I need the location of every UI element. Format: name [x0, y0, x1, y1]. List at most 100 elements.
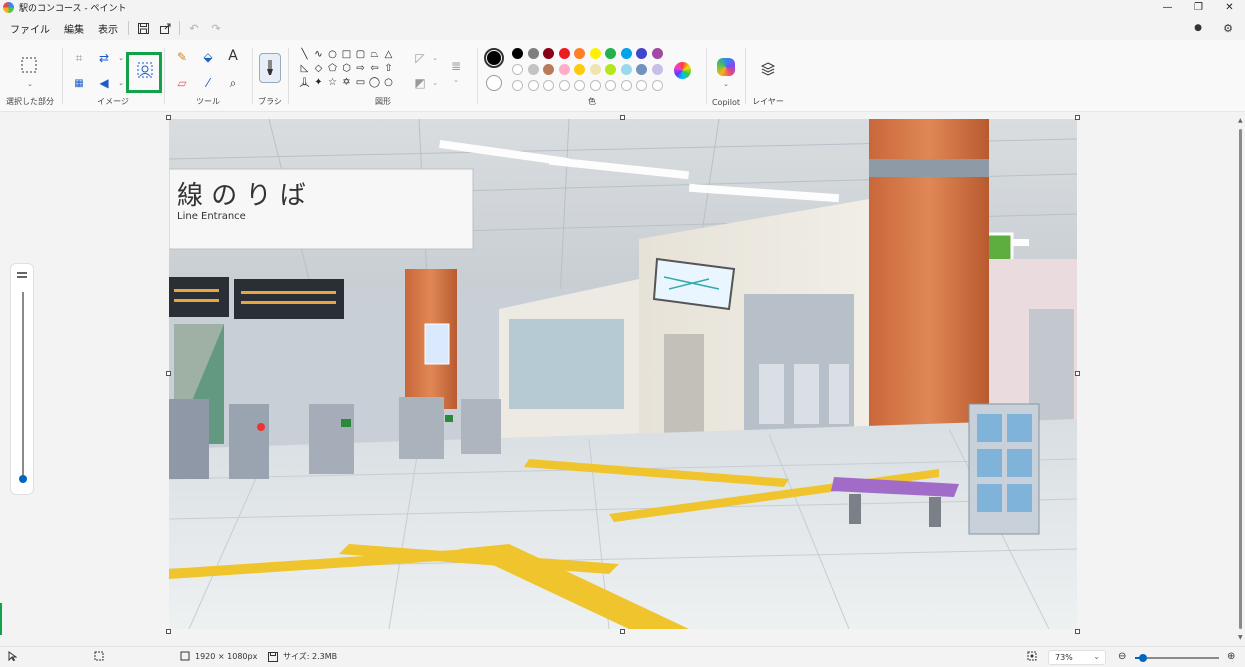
crop-icon[interactable]: ⌗: [69, 48, 89, 68]
left-arrow-shape-icon[interactable]: ⇦: [368, 62, 381, 75]
secondary-color-swatch[interactable]: [486, 75, 502, 91]
resize-handle-top-center[interactable]: [620, 115, 625, 120]
oval-shape-icon[interactable]: ○: [326, 48, 339, 61]
palette-swatch[interactable]: [512, 48, 523, 59]
layers-icon[interactable]: [758, 59, 778, 79]
palette-swatch[interactable]: [605, 48, 616, 59]
resize-handle-bottom-left[interactable]: [166, 629, 171, 634]
share-icon[interactable]: [154, 18, 176, 38]
scrollbar-thumb[interactable]: [1239, 129, 1242, 629]
palette-swatch[interactable]: [651, 48, 663, 59]
four-point-star-shape-icon[interactable]: ✦: [312, 76, 325, 89]
palette-swatch[interactable]: [527, 64, 539, 75]
custom-color-slot[interactable]: [527, 80, 539, 91]
zoom-slider-knob[interactable]: [1139, 654, 1148, 662]
menu-edit[interactable]: 編集: [57, 18, 91, 38]
custom-color-slot[interactable]: [620, 80, 632, 91]
save-icon[interactable]: [132, 18, 154, 38]
six-point-star-shape-icon[interactable]: ✡: [340, 76, 353, 89]
palette-swatch[interactable]: [589, 64, 601, 75]
scroll-down-arrow-icon[interactable]: ▼: [1238, 634, 1243, 641]
magnifier-icon[interactable]: ⌕: [223, 73, 243, 93]
palette-swatch[interactable]: [620, 64, 632, 75]
minimize-button[interactable]: —: [1152, 0, 1183, 15]
zoom-slider[interactable]: [1135, 654, 1219, 662]
vertical-scrollbar[interactable]: ▲ ▼: [1238, 117, 1243, 641]
palette-swatch[interactable]: [651, 64, 663, 75]
heart-shape-icon[interactable]: ⌒: [298, 86, 311, 96]
rounded-rectangle-shape-icon[interactable]: ▢: [354, 48, 367, 61]
shape-size-chevron-icon[interactable]: ⌄: [446, 70, 466, 90]
resize-handle-top-left[interactable]: [166, 115, 171, 120]
resize-handle-bottom-right[interactable]: [1075, 629, 1080, 634]
curve-shape-icon[interactable]: ∿: [312, 48, 325, 61]
custom-color-slot[interactable]: [543, 80, 554, 91]
resize-handle-top-right[interactable]: [1075, 115, 1080, 120]
resize-icon[interactable]: ▦: [69, 73, 89, 93]
custom-color-slot[interactable]: [589, 80, 601, 91]
fit-to-window-icon[interactable]: [1027, 651, 1037, 661]
palette-swatch[interactable]: [574, 64, 585, 75]
zoom-out-icon[interactable]: ⊖: [1118, 651, 1126, 662]
palette-swatch[interactable]: [558, 64, 570, 75]
palette-swatch[interactable]: [636, 48, 647, 59]
redo-icon[interactable]: ↷: [205, 18, 227, 38]
right-arrow-shape-icon[interactable]: ⇨: [354, 62, 367, 75]
line-shape-icon[interactable]: ╲: [298, 48, 311, 61]
canvas-image[interactable]: 線 の り ば Line Entrance: [169, 119, 1077, 629]
slider-knob[interactable]: [19, 475, 27, 483]
vertical-zoom-slider[interactable]: [10, 263, 34, 495]
undo-icon[interactable]: ↶: [183, 18, 205, 38]
custom-color-slot[interactable]: [605, 80, 616, 91]
close-button[interactable]: ✕: [1214, 0, 1245, 15]
polygon-shape-icon[interactable]: ⏢: [368, 48, 381, 61]
palette-swatch[interactable]: [636, 64, 647, 75]
copilot-chevron-icon[interactable]: ⌄: [716, 74, 736, 94]
resize-handle-bottom-center[interactable]: [620, 629, 625, 634]
menu-file[interactable]: ファイル: [3, 18, 57, 38]
right-triangle-shape-icon[interactable]: ◺: [298, 62, 311, 75]
custom-color-slot[interactable]: [574, 80, 585, 91]
custom-color-slot[interactable]: [512, 80, 523, 91]
outline-chevron-icon[interactable]: ⌄: [425, 48, 445, 68]
eraser-icon[interactable]: ▱: [172, 73, 192, 93]
hexagon-shape-icon[interactable]: ⬡: [340, 62, 353, 75]
resize-handle-middle-left[interactable]: [166, 371, 171, 376]
palette-swatch[interactable]: [620, 48, 632, 59]
palette-swatch[interactable]: [543, 48, 554, 59]
palette-swatch[interactable]: [527, 48, 539, 59]
rect-callout-shape-icon[interactable]: ▭: [354, 76, 367, 89]
palette-swatch[interactable]: [574, 48, 585, 59]
text-tool-icon[interactable]: A: [223, 46, 243, 66]
custom-color-slot[interactable]: [636, 80, 647, 91]
restore-button[interactable]: ❐: [1183, 0, 1214, 15]
fill-chevron-icon[interactable]: ⌄: [425, 73, 445, 93]
brush-icon[interactable]: [259, 53, 281, 83]
selection-dropdown-chevron-icon[interactable]: ⌄: [20, 74, 40, 94]
scroll-up-arrow-icon[interactable]: ▲: [1238, 117, 1243, 124]
select-rectangle-icon[interactable]: [18, 54, 40, 76]
custom-color-slot[interactable]: [558, 80, 570, 91]
up-arrow-shape-icon[interactable]: ⇧: [382, 62, 395, 75]
palette-swatch[interactable]: [543, 64, 554, 75]
diamond-shape-icon[interactable]: ◇: [312, 62, 325, 75]
palette-swatch[interactable]: [605, 64, 616, 75]
edit-colors-icon[interactable]: [674, 62, 691, 79]
zoom-in-icon[interactable]: ⊕: [1227, 651, 1235, 662]
five-point-star-shape-icon[interactable]: ☆: [326, 76, 339, 89]
zoom-level-dropdown[interactable]: 73% ⌄: [1048, 650, 1106, 665]
palette-swatch[interactable]: [589, 48, 601, 59]
palette-swatch[interactable]: [558, 48, 570, 59]
fill-bucket-icon[interactable]: ⬙: [198, 47, 218, 67]
palette-swatch[interactable]: [512, 64, 523, 75]
rectangle-shape-icon[interactable]: □: [340, 48, 353, 61]
custom-color-slot[interactable]: [651, 80, 663, 91]
pentagon-shape-icon[interactable]: ⬠: [326, 62, 339, 75]
pencil-icon[interactable]: ✎: [172, 47, 192, 67]
cloud-callout-shape-icon[interactable]: ○: [382, 76, 395, 89]
oval-callout-shape-icon[interactable]: ◯: [368, 76, 381, 89]
color-picker-icon[interactable]: ⁄: [198, 73, 218, 93]
account-icon[interactable]: ●: [1187, 18, 1209, 38]
primary-color-selector[interactable]: [484, 48, 504, 68]
resize-handle-middle-right[interactable]: [1075, 371, 1080, 376]
